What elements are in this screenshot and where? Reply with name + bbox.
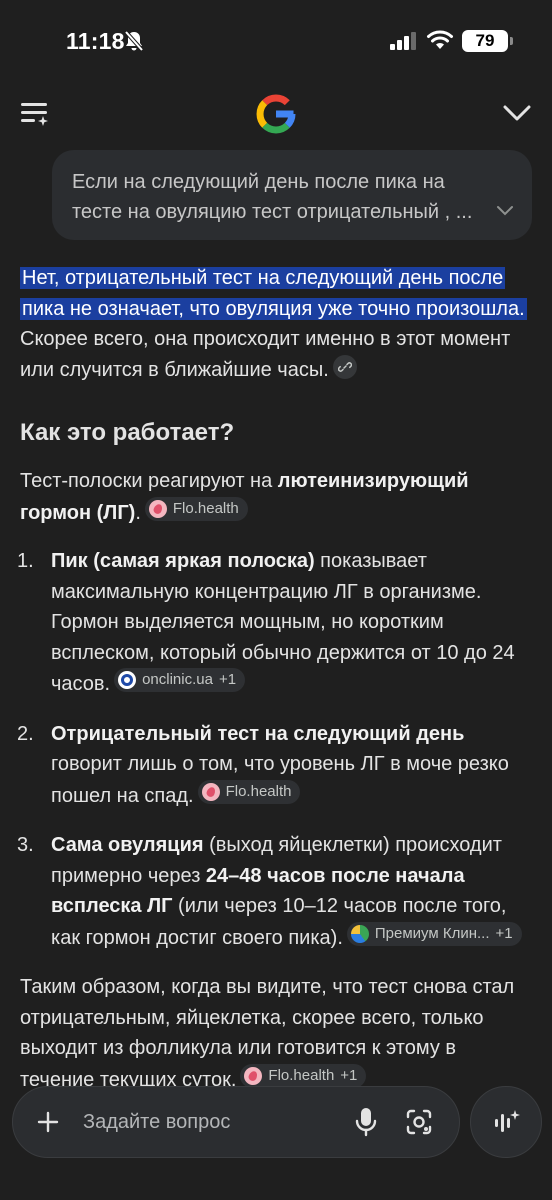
live-button[interactable] bbox=[470, 1086, 542, 1158]
source-chip-onclinic[interactable]: onclinic.ua +1 bbox=[114, 668, 246, 692]
link-icon[interactable] bbox=[332, 354, 357, 379]
flo-health-icon bbox=[244, 1066, 263, 1085]
signal-icon bbox=[390, 32, 416, 50]
bell-muted-icon bbox=[124, 30, 144, 52]
menu-sparkle-icon[interactable] bbox=[20, 100, 50, 128]
list-item-bold: Сама овуляция bbox=[51, 834, 204, 856]
answer-content: Нет, отрицательный тест на следующий ден… bbox=[17, 263, 535, 1095]
list-item-bold: Отрицательный тест на следующий день bbox=[51, 722, 465, 745]
wifi-icon bbox=[427, 30, 453, 49]
battery-level: 79 bbox=[475, 31, 495, 50]
chip-label: onclinic.ua bbox=[142, 671, 213, 688]
expand-chevron-icon[interactable] bbox=[496, 205, 514, 217]
chip-label: Премиум Клин... bbox=[374, 924, 490, 942]
answer-intro-rest: Скорее всего, она происходит именно в эт… bbox=[20, 328, 511, 381]
ask-input-bar[interactable]: Задайте вопрос bbox=[12, 1086, 460, 1158]
list-item: 2. Отрицательный тест на следующий день … bbox=[17, 719, 535, 812]
source-chip-flo[interactable]: Flo.health bbox=[197, 779, 301, 804]
list-number: 2. bbox=[17, 722, 34, 745]
list-item: 3. Сама овуляция (выход яйцеклетки) прои… bbox=[17, 830, 535, 953]
list-number: 3. bbox=[17, 834, 34, 856]
paragraph-lh: Тест-полоски реагируют на лютеинизирующи… bbox=[20, 466, 535, 528]
battery-indicator: 79 bbox=[462, 30, 508, 52]
onclinic-icon bbox=[118, 671, 137, 689]
source-chip-flo[interactable]: Flo.health +1 bbox=[240, 1063, 367, 1088]
source-chip-premium[interactable]: Премиум Клин... +1 bbox=[346, 921, 522, 946]
chip-extra-count: +1 bbox=[218, 671, 237, 688]
premium-clinic-icon bbox=[350, 924, 369, 943]
chip-extra-count: +1 bbox=[340, 1066, 358, 1084]
live-icon bbox=[495, 1110, 520, 1132]
plus-icon[interactable] bbox=[37, 1111, 59, 1133]
lens-icon[interactable] bbox=[405, 1108, 433, 1136]
battery-nub bbox=[510, 37, 513, 45]
query-text: Если на следующий день после пика на тес… bbox=[72, 171, 473, 223]
list-item-bold: Пик (самая яркая полоска) bbox=[51, 550, 315, 572]
answer-highlight: Нет, отрицательный тест на следующий ден… bbox=[20, 267, 527, 320]
final-paragraph: Таким образом, когда вы видите, что тест… bbox=[20, 972, 535, 1095]
chip-label: Flo.health bbox=[225, 782, 292, 800]
flo-health-icon bbox=[201, 782, 220, 801]
flo-health-icon bbox=[148, 499, 167, 518]
mic-icon[interactable] bbox=[355, 1107, 377, 1137]
para1-text: Тест-полоски реагируют на bbox=[20, 470, 278, 492]
chevron-down-icon[interactable] bbox=[502, 103, 532, 123]
source-chip-flo[interactable]: Flo.health bbox=[144, 496, 248, 521]
para1-end: . bbox=[135, 501, 141, 524]
chip-extra-count: +1 bbox=[495, 924, 513, 942]
query-bubble[interactable]: Если на следующий день после пика на тес… bbox=[52, 150, 532, 240]
list-item: 1. Пик (самая яркая полоска) показывает … bbox=[17, 546, 535, 700]
status-bar: 11:18 79 bbox=[0, 0, 552, 80]
ask-input[interactable]: Задайте вопрос bbox=[83, 1111, 230, 1134]
chip-label: Flo.health bbox=[268, 1066, 335, 1084]
explanation-list: 1. Пик (самая яркая полоска) показывает … bbox=[17, 546, 535, 953]
list-number: 1. bbox=[17, 550, 34, 572]
section-heading: Как это работает? bbox=[20, 419, 235, 446]
chip-label: Flo.health bbox=[172, 499, 239, 517]
google-logo[interactable] bbox=[256, 94, 296, 134]
answer-intro: Нет, отрицательный тест на следующий ден… bbox=[20, 263, 535, 385]
status-time: 11:18 bbox=[66, 28, 125, 54]
